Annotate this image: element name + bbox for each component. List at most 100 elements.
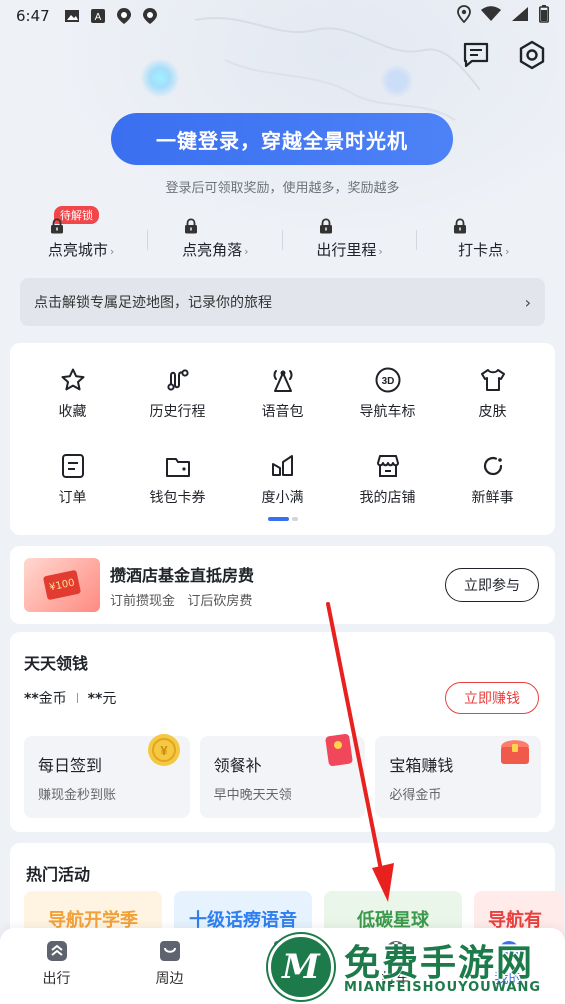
grid-label: 收藏 [58,404,87,420]
footprint-map-banner[interactable]: 点击解锁专属足迹地图，记录你的旅程 › [20,278,545,326]
gold-coin-icon: ¥ [144,730,184,770]
grid-item-nav-marker[interactable]: 3D 导航车标 [335,365,440,421]
grid-item-news[interactable]: 新鲜事 [440,451,545,507]
tab-label: 周边 [155,971,184,987]
balance-stats: **金币 **元 [24,688,116,708]
grid-label: 钱包卡券 [149,490,206,506]
app-a-notification-icon: A [90,8,106,24]
grid-label: 皮肤 [478,404,507,420]
chevron-right-icon: › [505,245,510,258]
tab-label: 出行 [42,971,71,987]
task-tile-meal[interactable]: 领餐补 早中晚天天领 [199,733,366,818]
grid-item-favorites[interactable]: 收藏 [20,365,125,421]
red-envelope-icon: ¥100 [42,569,82,601]
treasure-chest-icon [495,730,535,770]
grid-item-history[interactable]: 历史行程 [125,365,230,421]
unlock-item-mileage[interactable]: 出行里程 › [283,206,417,266]
star-icon [58,365,88,395]
wifi-icon [481,6,501,26]
red-envelope-icon [319,730,359,770]
watermark: M 免费手游网 MIANFEISHOUYOUWANG [268,930,565,1004]
section-title: 热门活动 [26,865,91,884]
grid-label: 度小满 [261,490,304,506]
message-icon[interactable] [461,40,491,70]
grid-item-my-shop[interactable]: 我的店铺 [335,451,440,507]
refresh-icon [478,451,508,481]
chevron-right-icon: › [524,292,531,312]
feature-grid-card: 收藏 历史行程 语音包 3D 导航车标 皮肤 订单 钱包卡券 度小满 我的店铺 … [10,343,555,535]
unlock-label: 点亮角落 [182,241,243,259]
grid-item-skin[interactable]: 皮肤 [440,365,545,421]
map-pin-notification-icon [116,8,132,24]
lock-icon [184,218,198,238]
grid-label: 新鲜事 [471,490,514,506]
lock-icon [453,218,467,238]
lock-icon [319,218,333,238]
promo-subtitle: 订前攒现金 订后砍房费 [110,594,253,609]
image-notification-icon [64,8,80,24]
grid-label: 我的店铺 [359,490,416,506]
svg-text:A: A [94,12,101,23]
footprint-banner-text: 点击解锁专属足迹地图，记录你的旅程 [34,295,272,311]
join-now-button[interactable]: 立即参与 [445,568,539,602]
coin-amount: ** [24,691,39,707]
glow-dot [380,64,414,98]
grid-label: 导航车标 [359,404,416,420]
unlock-label: 出行里程 [316,241,377,259]
promo-image: ¥100 [24,558,100,612]
unlock-stats-row: 待解锁 点亮城市 › 点亮角落 › 出行里程 › 打卡点 › [14,206,551,266]
svg-text:3D: 3D [381,376,394,387]
page-dot-active [268,517,290,521]
unlock-item-corner[interactable]: 点亮角落 › [148,206,283,266]
grid-label: 历史行程 [149,404,206,420]
tile-subtitle: 必得金币 [389,788,442,803]
unlock-item-checkin[interactable]: 打卡点 › [417,206,551,266]
map-pin-notification-icon [142,8,158,24]
order-icon [58,451,88,481]
nearby-icon [157,938,183,964]
watermark-text: 免费手游网 [344,943,535,984]
3d-icon: 3D [373,365,403,395]
chevron-right-icon: › [109,245,115,258]
hotel-fund-promo-card[interactable]: ¥100 攒酒店基金直抵房费 订前攒现金 订后砍房费 立即参与 [10,546,555,624]
watermark-logo: M [268,934,334,1000]
task-tiles: 每日签到 赚现金秒到账 ¥ 领餐补 早中晚天天领 宝箱赚钱 必得金币 [24,733,542,818]
grid-label: 语音包 [261,404,304,420]
unlock-label: 打卡点 [458,241,504,259]
shirt-icon [478,365,508,395]
grid-item-wallet[interactable]: 钱包卡券 [125,451,230,507]
task-tile-treasure[interactable]: 宝箱赚钱 必得金币 [375,736,542,818]
grid-item-orders[interactable]: 订单 [20,451,125,507]
tile-subtitle: 早中晚天天领 [213,788,292,803]
tile-subtitle: 赚现金秒到账 [38,788,117,803]
unlock-item-city[interactable]: 待解锁 点亮城市 › [14,206,149,266]
promo-title: 攒酒店基金直抵房费 [110,566,255,585]
section-title: 天天领钱 [24,654,89,673]
earn-now-button[interactable]: 立即赚钱 [445,682,539,714]
unlock-label: 点亮城市 [47,241,108,259]
tab-nearby[interactable]: 周边 [113,938,226,1004]
status-indicators [457,5,549,27]
daily-money-card: 天天领钱 **金币 **元 立即赚钱 每日签到 赚现金秒到账 ¥ 领餐补 早中晚… [10,632,555,832]
grid-label: 订单 [58,490,87,506]
task-tile-checkin[interactable]: 每日签到 赚现金秒到账 ¥ [24,734,190,818]
login-hint: 登录后可领取奖励，使用越多，奖励越多 [165,181,400,196]
battery-icon [539,5,549,27]
grid-item-duxiaoman[interactable]: 度小满 [230,451,335,507]
chevron-right-icon: › [378,245,383,258]
one-click-login-button[interactable]: 一键登录，穿越全景时光机 [111,113,453,165]
status-time: 6:47 [16,7,50,25]
watermark-subtext: MIANFEISHOUYOUWANG [344,980,542,995]
wallet-icon [163,451,193,481]
chevron-right-icon: › [244,245,249,258]
cash-unit: 元 [102,691,117,707]
grid-item-voice-pack[interactable]: 语音包 [230,365,335,421]
header-actions [461,40,547,70]
duxiaoman-icon [268,451,298,481]
page-indicator [268,517,298,521]
page-dot [292,517,298,521]
tab-travel[interactable]: 出行 [0,938,113,1004]
feature-grid: 收藏 历史行程 语音包 3D 导航车标 皮肤 订单 钱包卡券 度小满 我的店铺 … [20,365,545,507]
settings-icon[interactable] [517,40,547,70]
travel-icon [44,938,70,964]
